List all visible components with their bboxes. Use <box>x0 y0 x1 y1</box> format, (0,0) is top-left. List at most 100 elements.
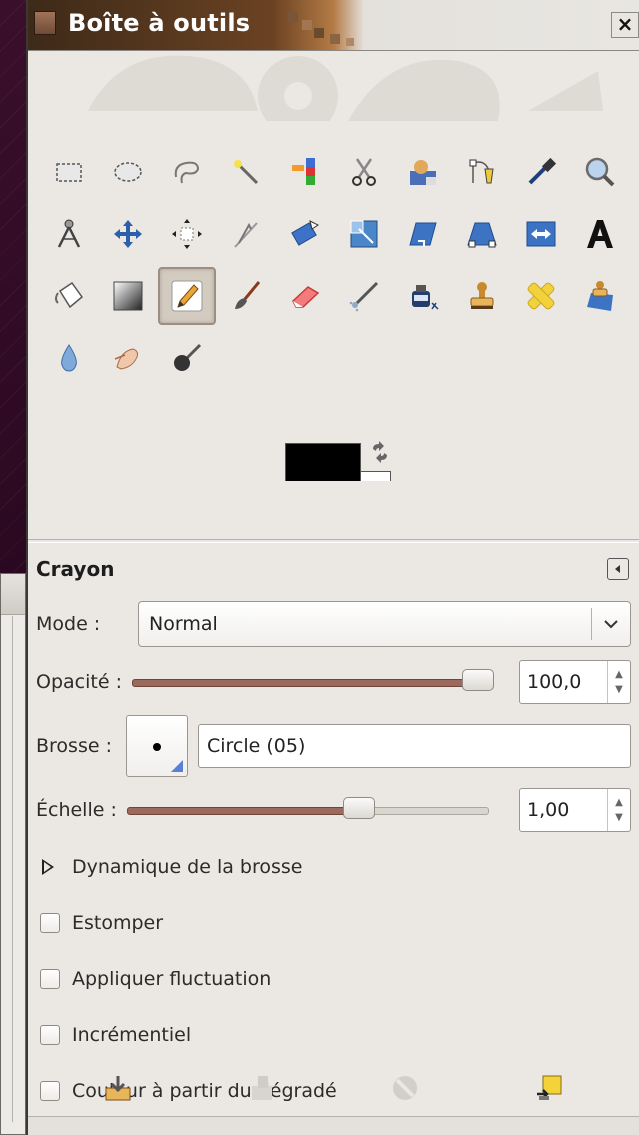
mode-label: Mode : <box>36 613 101 635</box>
tool-fuzzy-select[interactable] <box>217 143 275 201</box>
tool-grid <box>40 143 639 391</box>
chevron-down-icon <box>604 620 618 629</box>
airbrush-icon <box>349 281 379 312</box>
titlebar[interactable]: Boîte à outils × <box>28 0 639 51</box>
tool-zoom[interactable] <box>571 143 629 201</box>
tool-text[interactable] <box>571 205 629 263</box>
tool-pencil[interactable] <box>158 267 216 325</box>
tool-rotate[interactable] <box>276 205 334 263</box>
title-decoration <box>330 34 340 44</box>
tool-measure[interactable] <box>40 205 98 263</box>
mode-combo[interactable]: Normal <box>138 601 631 647</box>
smudge-icon <box>114 348 138 370</box>
scale-spin-arrows[interactable]: ▲ ▼ <box>607 789 630 831</box>
scale-slider[interactable] <box>126 797 489 819</box>
tool-bucket-fill[interactable] <box>40 267 98 325</box>
foreground-select-icon <box>410 160 436 185</box>
mode-dropdown-arrow[interactable] <box>591 608 630 640</box>
dodge-burn-icon <box>174 343 202 371</box>
reset-options-icon <box>537 1075 562 1100</box>
option-fade[interactable]: Estomper <box>36 895 631 951</box>
close-button[interactable]: × <box>611 12 639 38</box>
tool-options-title: Crayon <box>36 557 115 581</box>
select-by-color-icon <box>292 158 315 185</box>
scale-value: 1,00 <box>527 799 570 821</box>
menu-left-arrow-icon <box>615 565 620 573</box>
text-icon <box>587 220 613 248</box>
tool-airbrush[interactable] <box>335 267 393 325</box>
incremental-label: Incrémentiel <box>72 1024 192 1046</box>
tool-blur-sharpen[interactable] <box>40 329 98 387</box>
tool-area <box>28 51 639 481</box>
brush-name-field[interactable]: Circle (05) <box>197 724 631 768</box>
options-button-bar <box>28 1058 639 1118</box>
perspective-clone-icon <box>587 281 613 311</box>
opacity-slider-knob[interactable] <box>461 669 494 691</box>
swap-colors-icon[interactable] <box>369 441 391 463</box>
tool-paths[interactable] <box>453 143 511 201</box>
reset-options-button[interactable] <box>529 1068 569 1108</box>
background-window <box>0 573 26 1135</box>
color-area <box>285 441 395 481</box>
delete-options-button[interactable] <box>385 1068 425 1108</box>
tool-rect-select[interactable] <box>40 143 98 201</box>
tool-heal[interactable] <box>512 267 570 325</box>
free-select-icon <box>174 161 200 184</box>
save-options-icon <box>105 1076 131 1101</box>
tool-scale[interactable] <box>335 205 393 263</box>
brush-label: Brosse : <box>36 735 112 757</box>
scale-spinbox[interactable]: 1,00 ▲ ▼ <box>519 788 631 832</box>
tool-color-picker[interactable] <box>512 143 570 201</box>
brush-corner-icon <box>170 760 183 772</box>
tool-ellipse-select[interactable] <box>99 143 157 201</box>
tool-shear[interactable] <box>394 205 452 263</box>
foreground-color-swatch[interactable] <box>285 443 361 481</box>
tool-flip[interactable] <box>512 205 570 263</box>
title-decoration <box>302 20 312 30</box>
fade-checkbox[interactable] <box>40 913 60 933</box>
tool-ink[interactable] <box>394 267 452 325</box>
tool-crop[interactable] <box>217 205 275 263</box>
incremental-checkbox[interactable] <box>40 1025 60 1045</box>
fuzzy-select-icon <box>234 160 259 185</box>
blur-sharpen-icon <box>61 344 77 372</box>
tool-eraser[interactable] <box>276 267 334 325</box>
ellipse-select-icon <box>114 162 142 182</box>
tool-select-by-color[interactable] <box>276 143 334 201</box>
eraser-icon <box>292 286 320 308</box>
flip-icon <box>526 221 556 247</box>
opacity-slider[interactable] <box>131 669 494 691</box>
scale-icon <box>350 220 378 248</box>
tool-blend[interactable] <box>99 267 157 325</box>
jitter-checkbox[interactable] <box>40 969 60 989</box>
option-jitter[interactable]: Appliquer fluctuation <box>36 951 631 1007</box>
tool-clone[interactable] <box>453 267 511 325</box>
window-icon[interactable] <box>34 11 56 35</box>
blend-icon <box>113 281 143 311</box>
scale-slider-knob[interactable] <box>342 797 375 819</box>
option-incremental[interactable]: Incrémentiel <box>36 1007 631 1063</box>
mode-value: Normal <box>149 613 218 635</box>
tool-scissors-select[interactable] <box>335 143 393 201</box>
align-icon <box>172 219 202 249</box>
tool-options-menu-button[interactable] <box>607 558 629 580</box>
tool-paintbrush[interactable] <box>217 267 275 325</box>
pencil-icon <box>171 280 203 312</box>
brush-dynamics-expander[interactable]: Dynamique de la brosse <box>36 839 631 895</box>
tool-perspective[interactable] <box>453 205 511 263</box>
tool-dodge-burn[interactable] <box>158 329 216 387</box>
save-options-button[interactable] <box>98 1068 138 1108</box>
tool-smudge[interactable] <box>99 329 157 387</box>
tool-align[interactable] <box>158 205 216 263</box>
brush-preview-button[interactable] <box>125 715 188 777</box>
opacity-spinbox[interactable]: 100,0 ▲ ▼ <box>519 660 631 704</box>
tool-move[interactable] <box>99 205 157 263</box>
restore-options-button[interactable] <box>242 1068 282 1108</box>
tool-foreground-select[interactable] <box>394 143 452 201</box>
brush-dynamics-label: Dynamique de la brosse <box>72 856 303 878</box>
ink-icon <box>412 285 439 310</box>
opacity-spin-arrows[interactable]: ▲ ▼ <box>607 661 630 703</box>
paths-icon <box>469 159 494 184</box>
tool-free-select[interactable] <box>158 143 216 201</box>
tool-perspective-clone[interactable] <box>571 267 629 325</box>
